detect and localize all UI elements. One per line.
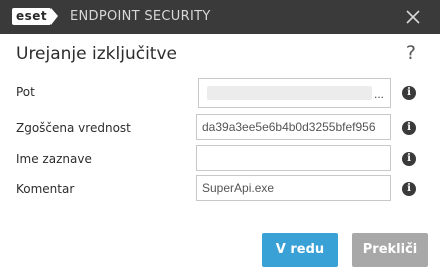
ok-button[interactable]: V redu: [262, 233, 338, 267]
product-name: ENDPOINT SECURITY: [70, 9, 211, 24]
path-value-redacted: [207, 86, 372, 100]
info-icon[interactable]: i: [402, 121, 416, 135]
info-icon[interactable]: i: [402, 182, 416, 196]
hash-label: Zgoščena vrednost: [16, 121, 131, 135]
comment-field[interactable]: SuperApi.exe: [196, 175, 391, 201]
eset-logo-text: eset: [12, 8, 52, 25]
path-label: Pot: [16, 85, 35, 99]
cancel-button[interactable]: Prekliči: [352, 233, 428, 267]
help-icon[interactable]: ?: [406, 42, 416, 64]
dialog-title: Urejanje izključitve: [16, 44, 177, 64]
detection-name-field[interactable]: [196, 145, 391, 171]
comment-label: Komentar: [16, 182, 75, 196]
close-icon[interactable]: [404, 8, 422, 26]
hash-field[interactable]: da39a3ee5e6b4b0d3255bfef956: [196, 114, 391, 140]
detection-name-label: Ime zaznave: [16, 152, 92, 166]
eset-logo-arrow: [51, 8, 59, 25]
browse-button[interactable]: ...: [374, 82, 384, 106]
info-icon[interactable]: i: [402, 86, 416, 100]
info-icon[interactable]: i: [402, 152, 416, 166]
title-bar: eset ENDPOINT SECURITY: [0, 0, 440, 34]
path-field[interactable]: ...: [198, 78, 391, 108]
eset-logo: eset: [12, 8, 59, 25]
